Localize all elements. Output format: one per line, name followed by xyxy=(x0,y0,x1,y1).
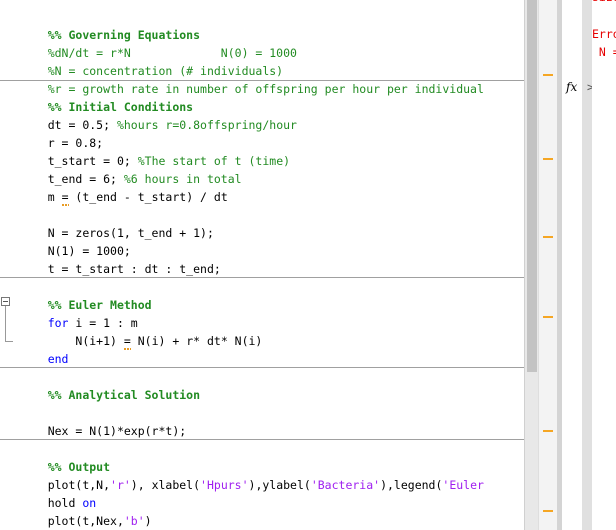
code-text: t = t_start : dt : t_end; xyxy=(47,262,221,276)
code-line[interactable]: N(i+1) = N(i) + r* dt* N(i) xyxy=(20,314,262,348)
code-analyzer-strip[interactable] xyxy=(538,0,558,530)
error-message: Erro xyxy=(592,27,616,41)
command-window[interactable]: size Erro N = xyxy=(592,0,616,530)
code-line[interactable]: %r = growth rate in number of offspring … xyxy=(20,62,484,96)
code-line[interactable]: %N = concentration (# individuals) xyxy=(20,44,283,78)
code-line[interactable]: r = 0.8; xyxy=(20,116,103,150)
keyword-text: end xyxy=(47,352,69,366)
code-line[interactable]: plot(t,N,'r'), xlabel('Hpurs'),ylabel('B… xyxy=(20,458,484,492)
warning-marker[interactable] xyxy=(543,236,553,238)
warning-marker[interactable] xyxy=(543,74,553,76)
code-line[interactable]: end xyxy=(20,332,69,366)
string-text: 'Euler xyxy=(442,478,484,492)
comment-text: %hours r=0.8offspring/hour xyxy=(116,118,297,132)
code-editor[interactable]: %% Governing Equations %dN/dt = r*N N(0)… xyxy=(0,0,524,530)
warning-marker[interactable] xyxy=(543,510,553,512)
code-line[interactable]: t_end = 6; %6 hours in total xyxy=(20,152,242,186)
error-detail: N = xyxy=(598,45,616,59)
warning-marker[interactable] xyxy=(543,316,553,318)
fx-icon[interactable]: fx xyxy=(566,80,577,94)
string-text: 'Bacteria' xyxy=(310,478,381,492)
warning-marker[interactable] xyxy=(543,158,553,160)
section-title: %% Analytical Solution xyxy=(47,388,201,402)
string-text: 'b' xyxy=(123,514,145,528)
code-line[interactable]: hold on xyxy=(20,476,96,510)
code-text: ),ylabel( xyxy=(248,478,311,492)
warning-underline[interactable]: = xyxy=(62,190,69,204)
code-line[interactable]: t = t_start : dt : t_end; xyxy=(20,242,221,276)
section-header-initial-conditions[interactable]: %% Initial Conditions xyxy=(20,80,193,114)
code-line[interactable]: for i = 1 : m xyxy=(20,296,138,330)
code-line[interactable]: N(1) = 1000; xyxy=(20,224,131,258)
code-text: ) xyxy=(144,514,152,528)
fold-toggle-icon[interactable] xyxy=(1,297,10,306)
command-output-text: size xyxy=(592,0,616,4)
section-header-output[interactable]: %% Output xyxy=(20,440,110,474)
string-text: 'Hpurs' xyxy=(200,478,249,492)
string-text: 'r' xyxy=(110,478,131,492)
code-line[interactable]: plot(t,Nex,'b') xyxy=(20,494,152,528)
warning-marker[interactable] xyxy=(543,430,553,432)
code-text: Nex = N(1)*exp(r*t); xyxy=(47,424,187,438)
fold-guide-end xyxy=(5,341,13,342)
fold-guide xyxy=(5,306,6,342)
warning-underline[interactable]: = xyxy=(124,334,131,348)
section-header-analytical-solution[interactable]: %% Analytical Solution xyxy=(20,368,200,402)
editor-scrollbar-thumb[interactable] xyxy=(527,0,537,372)
code-line[interactable]: t_start = 0; %The start of t (time) xyxy=(20,134,290,168)
code-line[interactable]: N = zeros(1, t_end + 1); xyxy=(20,206,214,240)
code-text: plot(t,Nex, xyxy=(47,514,124,528)
code-text: ),legend( xyxy=(380,478,443,492)
code-text: ), xlabel( xyxy=(130,478,201,492)
editor-vertical-scrollbar[interactable] xyxy=(524,0,539,530)
code-text: (t_end - t_start) / dt xyxy=(68,190,228,204)
section-header-governing-equations[interactable]: %% Governing Equations xyxy=(20,8,200,42)
code-line[interactable]: dt = 0.5; %hours r=0.8offspring/hour xyxy=(20,98,297,132)
code-line[interactable]: m = (t_end - t_start) / dt xyxy=(20,170,228,204)
code-line[interactable]: Nex = N(1)*exp(r*t); xyxy=(20,404,186,438)
section-header-euler-method[interactable]: %% Euler Method xyxy=(20,278,152,312)
code-line[interactable]: %dN/dt = r*N N(0) = 1000 xyxy=(20,26,297,60)
code-text: m xyxy=(47,190,62,204)
code-text: N(i) + r* dt* N(i) xyxy=(130,334,263,348)
